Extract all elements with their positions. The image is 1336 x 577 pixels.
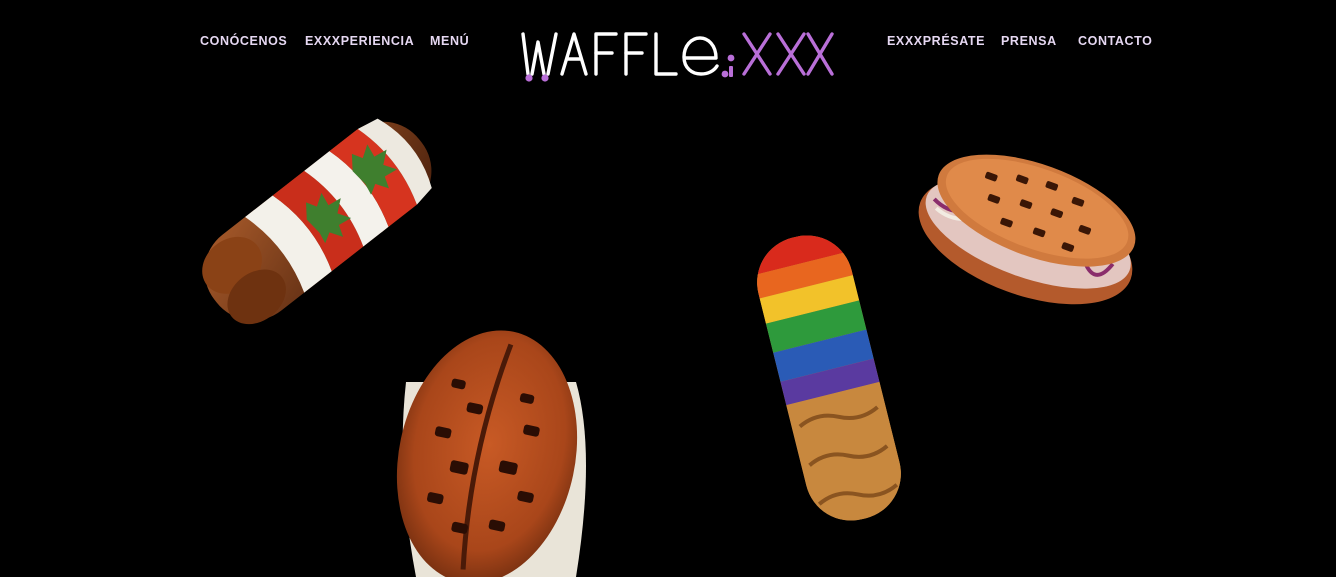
waffle-caprese-image xyxy=(202,118,432,325)
product-sandwich-waffle[interactable] xyxy=(910,136,1156,305)
waffle-xxx-logo[interactable] xyxy=(518,28,836,84)
nav-exxxperiencia[interactable]: EXXXPERIENCIA xyxy=(305,34,414,48)
product-rainbow-waffle[interactable] xyxy=(736,225,922,531)
waffle-grilled-image xyxy=(396,330,586,577)
product-grilled-waffle[interactable] xyxy=(376,322,598,577)
logo-graphic xyxy=(521,32,834,82)
nav-menu[interactable]: MENÚ xyxy=(430,34,469,48)
nav-conocenos[interactable]: CONÓCENOS xyxy=(200,34,287,48)
nav-prensa[interactable]: PRENSA xyxy=(1001,34,1057,48)
nav-exxxpresate[interactable]: EXXXPRÉSATE xyxy=(887,34,985,48)
nav-contacto[interactable]: CONTACTO xyxy=(1078,34,1152,48)
waffle-rainbow-image xyxy=(747,225,911,531)
product-caprese-waffle[interactable] xyxy=(178,96,458,346)
waffle-sandwich-image xyxy=(918,154,1136,305)
